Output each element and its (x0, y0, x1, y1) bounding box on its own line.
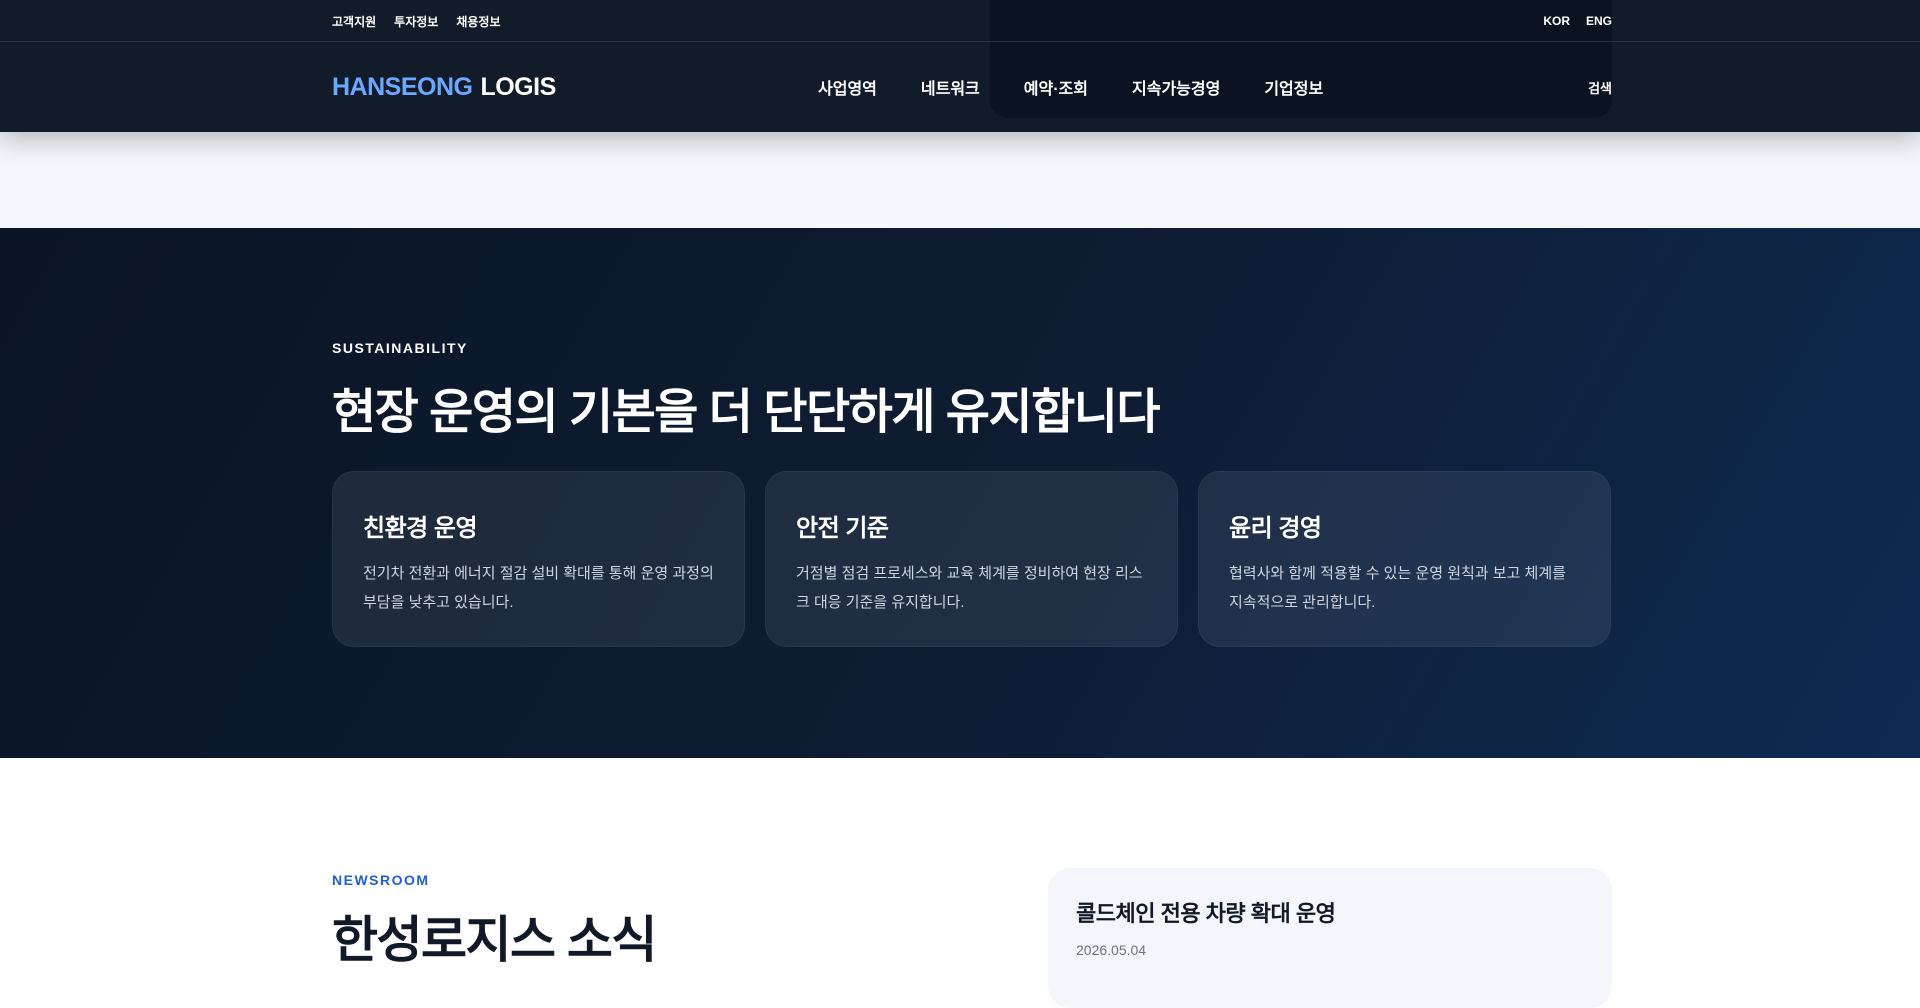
card-text: 전기차 전환과 에너지 절감 설비 확대를 통해 운영 과정의 부담을 낮추고 … (363, 565, 714, 611)
lang-eng-button[interactable]: ENG (1586, 14, 1612, 28)
utility-link-careers[interactable]: 채용정보 (456, 13, 500, 30)
card-title: 안전 기준 (796, 515, 889, 542)
newsroom-eyebrow: NEWSROOM (332, 872, 430, 888)
card-list: 친환경 운영 전기차 전환과 에너지 절감 설비 확대를 통해 운영 과정의 부… (332, 471, 1611, 647)
utility-links: 고객지원 투자정보 채용정보 (332, 0, 501, 42)
main-nav-row: HANSEONG LOGIS 사업영역 네트워크 예약·조회 지속가능경영 기업… (0, 42, 1920, 132)
utility-link-support[interactable]: 고객지원 (332, 13, 376, 30)
nav-item-business[interactable]: 사업영역 (818, 75, 877, 99)
logo-sub: LOGIS (480, 72, 556, 101)
news-headline: 콜드체인 전용 차량 확대 운영 (1076, 901, 1336, 926)
site-header: 고객지원 투자정보 채용정보 KOR ENG HANSEONG LOGIS 사업… (0, 0, 1920, 132)
language-switcher: KOR ENG (1543, 0, 1612, 42)
card-text: 협력사와 함께 적용할 수 있는 운영 원칙과 보고 체계를 지속적으로 관리합… (1229, 565, 1566, 611)
card-text: 거점별 점검 프로세스와 교육 체계를 정비하여 현장 리스크 대응 기준을 유… (796, 565, 1143, 611)
news-card[interactable]: 콜드체인 전용 차량 확대 운영 2026.05.04 (1048, 868, 1612, 1008)
nav-item-booking[interactable]: 예약·조회 (1024, 75, 1088, 99)
lang-kor-button[interactable]: KOR (1543, 14, 1570, 28)
section-title: 현장 운영의 기본을 더 단단하게 유지합니다 (332, 386, 1161, 439)
site-logo[interactable]: HANSEONG LOGIS (332, 42, 556, 132)
nav-item-sustainability[interactable]: 지속가능경영 (1132, 75, 1220, 99)
card-ethics: 윤리 경영 협력사와 함께 적용할 수 있는 운영 원칙과 보고 체계를 지속적… (1198, 471, 1611, 647)
nav-item-network[interactable]: 네트워크 (921, 75, 980, 99)
newsroom-section: NEWSROOM 한성로지스 소식 콜드체인 전용 차량 확대 운영 2026.… (0, 758, 1920, 1008)
search-button[interactable]: 검색 (1588, 42, 1612, 132)
section-spacer (0, 132, 1920, 228)
logo-brand: HANSEONG (332, 72, 473, 101)
global-nav: 사업영역 네트워크 예약·조회 지속가능경영 기업정보 (818, 42, 1323, 132)
nav-item-company[interactable]: 기업정보 (1264, 75, 1323, 99)
card-eco: 친환경 운영 전기차 전환과 에너지 절감 설비 확대를 통해 운영 과정의 부… (332, 471, 745, 647)
utility-link-investor[interactable]: 투자정보 (394, 13, 438, 30)
sustainability-section: SUSTAINABILITY 현장 운영의 기본을 더 단단하게 유지합니다 친… (0, 228, 1920, 758)
newsroom-title: 한성로지스 소식 (332, 912, 657, 968)
card-title: 친환경 운영 (363, 515, 478, 542)
news-date: 2026.05.04 (1076, 942, 1147, 958)
utility-bar: 고객지원 투자정보 채용정보 KOR ENG (0, 0, 1920, 42)
card-title: 윤리 경영 (1229, 515, 1322, 542)
section-eyebrow: SUSTAINABILITY (332, 340, 468, 356)
card-safety: 안전 기준 거점별 점검 프로세스와 교육 체계를 정비하여 현장 리스크 대응… (765, 471, 1178, 647)
